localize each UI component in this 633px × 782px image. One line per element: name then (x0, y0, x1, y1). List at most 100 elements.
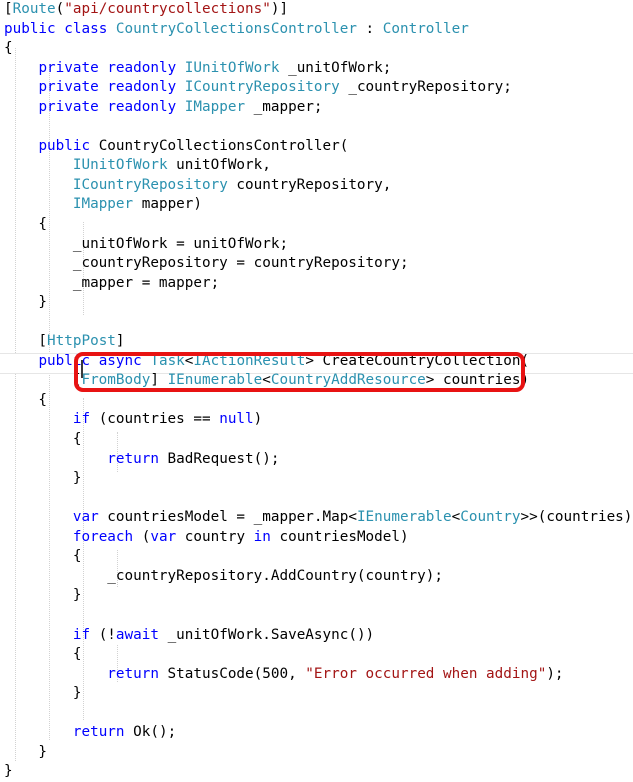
code-token-pl: > CreateCountryCollection( (305, 353, 529, 369)
code-line[interactable]: ICountryRepository countryRepository, (0, 176, 633, 196)
code-line[interactable]: private readonly IMapper _mapper; (0, 98, 633, 118)
code-line[interactable]: return Ok(); (0, 723, 633, 743)
code-line[interactable]: { (0, 215, 633, 235)
code-token-pl: countriesModel = _mapper.Map< (99, 509, 357, 525)
code-line[interactable] (0, 489, 633, 509)
code-token-pl: unitOfWork, (168, 157, 271, 173)
code-line[interactable]: { (0, 430, 633, 450)
code-line[interactable]: private readonly IUnitOfWork _unitOfWork… (0, 59, 633, 79)
code-line[interactable]: _countryRepository.AddCountry(country); (0, 567, 633, 587)
code-line[interactable]: _mapper = mapper; (0, 274, 633, 294)
code-token-kw: private (38, 79, 98, 95)
code-token-pl: ( (56, 1, 65, 17)
code-line[interactable]: foreach (var country in countriesModel) (0, 528, 633, 548)
code-line[interactable]: public async Task<IActionResult> CreateC… (0, 352, 633, 372)
code-token-kw: foreach (73, 529, 133, 545)
code-token-kw: return (73, 724, 125, 740)
code-line[interactable]: IMapper mapper) (0, 195, 633, 215)
code-line[interactable]: } (0, 469, 633, 489)
code-token-pl (176, 99, 185, 115)
code-editor-surface[interactable]: [Route("api/countrycollections")]public … (0, 0, 633, 765)
code-line[interactable]: [HttpPost] (0, 332, 633, 352)
code-line[interactable]: IUnitOfWork unitOfWork, (0, 156, 633, 176)
code-token-pl: } (4, 744, 47, 760)
code-line[interactable]: return BadRequest(); (0, 450, 633, 470)
code-line[interactable]: _countryRepository = countryRepository; (0, 254, 633, 274)
code-line[interactable]: { (0, 391, 633, 411)
code-token-type: IUnitOfWork (73, 157, 168, 173)
code-token-kw: in (254, 529, 271, 545)
code-token-pl: { (4, 646, 81, 662)
code-token-pl: _unitOfWork; (279, 60, 391, 76)
code-line[interactable]: { (0, 39, 633, 59)
code-line[interactable]: } (0, 293, 633, 313)
code-token-kw: readonly (107, 99, 176, 115)
code-line[interactable]: _unitOfWork = unitOfWork; (0, 235, 633, 255)
code-token-pl: } (4, 587, 81, 603)
code-line[interactable]: { (0, 547, 633, 567)
code-line[interactable]: } (0, 586, 633, 606)
code-token-pl: CountryCollectionsController( (90, 138, 348, 154)
code-token-pl (4, 724, 73, 740)
code-line[interactable]: return StatusCode(500, "Error occurred w… (0, 665, 633, 685)
code-token-kw: private (38, 99, 98, 115)
code-token-pl: _countryRepository; (340, 79, 512, 95)
code-token-kw: readonly (107, 79, 176, 95)
code-token-pl (4, 60, 38, 76)
code-token-kw: if (73, 627, 90, 643)
code-token-pl: _countryRepository.AddCountry(country); (4, 568, 443, 584)
code-token-pl (4, 196, 73, 212)
code-token-kw: await (116, 627, 159, 643)
code-line[interactable]: [FromBody] IEnumerable<CountryAddResourc… (0, 371, 633, 391)
code-token-type: IMapper (185, 99, 245, 115)
code-token-pl (90, 353, 99, 369)
code-line[interactable]: { (0, 645, 633, 665)
code-line[interactable]: public class CountryCollectionsControlle… (0, 20, 633, 40)
code-token-pl: countriesModel) (271, 529, 409, 545)
code-token-num: 500 (262, 666, 288, 682)
code-line[interactable]: } (0, 762, 633, 782)
code-line[interactable]: public CountryCollectionsController( (0, 137, 633, 157)
code-token-pl: ] (150, 372, 167, 388)
code-token-str: "api/countrycollections" (64, 1, 271, 17)
code-token-kw: var (150, 529, 176, 545)
code-token-pl: { (4, 392, 47, 408)
source-code[interactable]: [Route("api/countrycollections")]public … (0, 0, 633, 782)
code-line[interactable]: if (!await _unitOfWork.SaveAsync()) (0, 626, 633, 646)
code-token-pl: StatusCode( (159, 666, 262, 682)
code-token-pl: _unitOfWork.SaveAsync()) (159, 627, 374, 643)
code-token-pl: _mapper; (245, 99, 322, 115)
code-token-pl: { (4, 216, 47, 232)
code-token-type: Route (13, 1, 56, 17)
code-token-pl: < (262, 372, 271, 388)
code-token-pl (4, 99, 38, 115)
code-token-pl: >>(countries); (521, 509, 633, 525)
code-token-type: CountryAddResource (271, 372, 426, 388)
code-token-pl (4, 353, 38, 369)
code-line[interactable] (0, 606, 633, 626)
code-token-pl: } (4, 470, 81, 486)
code-line[interactable] (0, 117, 633, 137)
code-line[interactable]: } (0, 743, 633, 763)
code-token-pl (4, 177, 73, 193)
code-token-pl (4, 529, 73, 545)
code-line[interactable]: } (0, 684, 633, 704)
code-token-pl: } (4, 294, 47, 310)
code-line[interactable]: private readonly ICountryRepository _cou… (0, 78, 633, 98)
code-line[interactable] (0, 704, 633, 724)
code-token-pl (4, 509, 73, 525)
code-line[interactable]: var countriesModel = _mapper.Map<IEnumer… (0, 508, 633, 528)
code-token-pl (4, 451, 107, 467)
code-token-pl: ( (133, 529, 150, 545)
code-line[interactable] (0, 313, 633, 333)
code-token-pl (56, 21, 65, 37)
code-token-pl: Ok(); (125, 724, 177, 740)
code-token-pl: country (176, 529, 253, 545)
code-token-pl (176, 79, 185, 95)
code-line[interactable]: [Route("api/countrycollections")] (0, 0, 633, 20)
code-token-pl: countryRepository, (228, 177, 392, 193)
code-line[interactable]: if (countries == null) (0, 410, 633, 430)
code-token-type: Controller (383, 21, 469, 37)
code-token-pl: _unitOfWork = unitOfWork; (4, 236, 288, 252)
code-token-pl: )] (271, 1, 288, 17)
